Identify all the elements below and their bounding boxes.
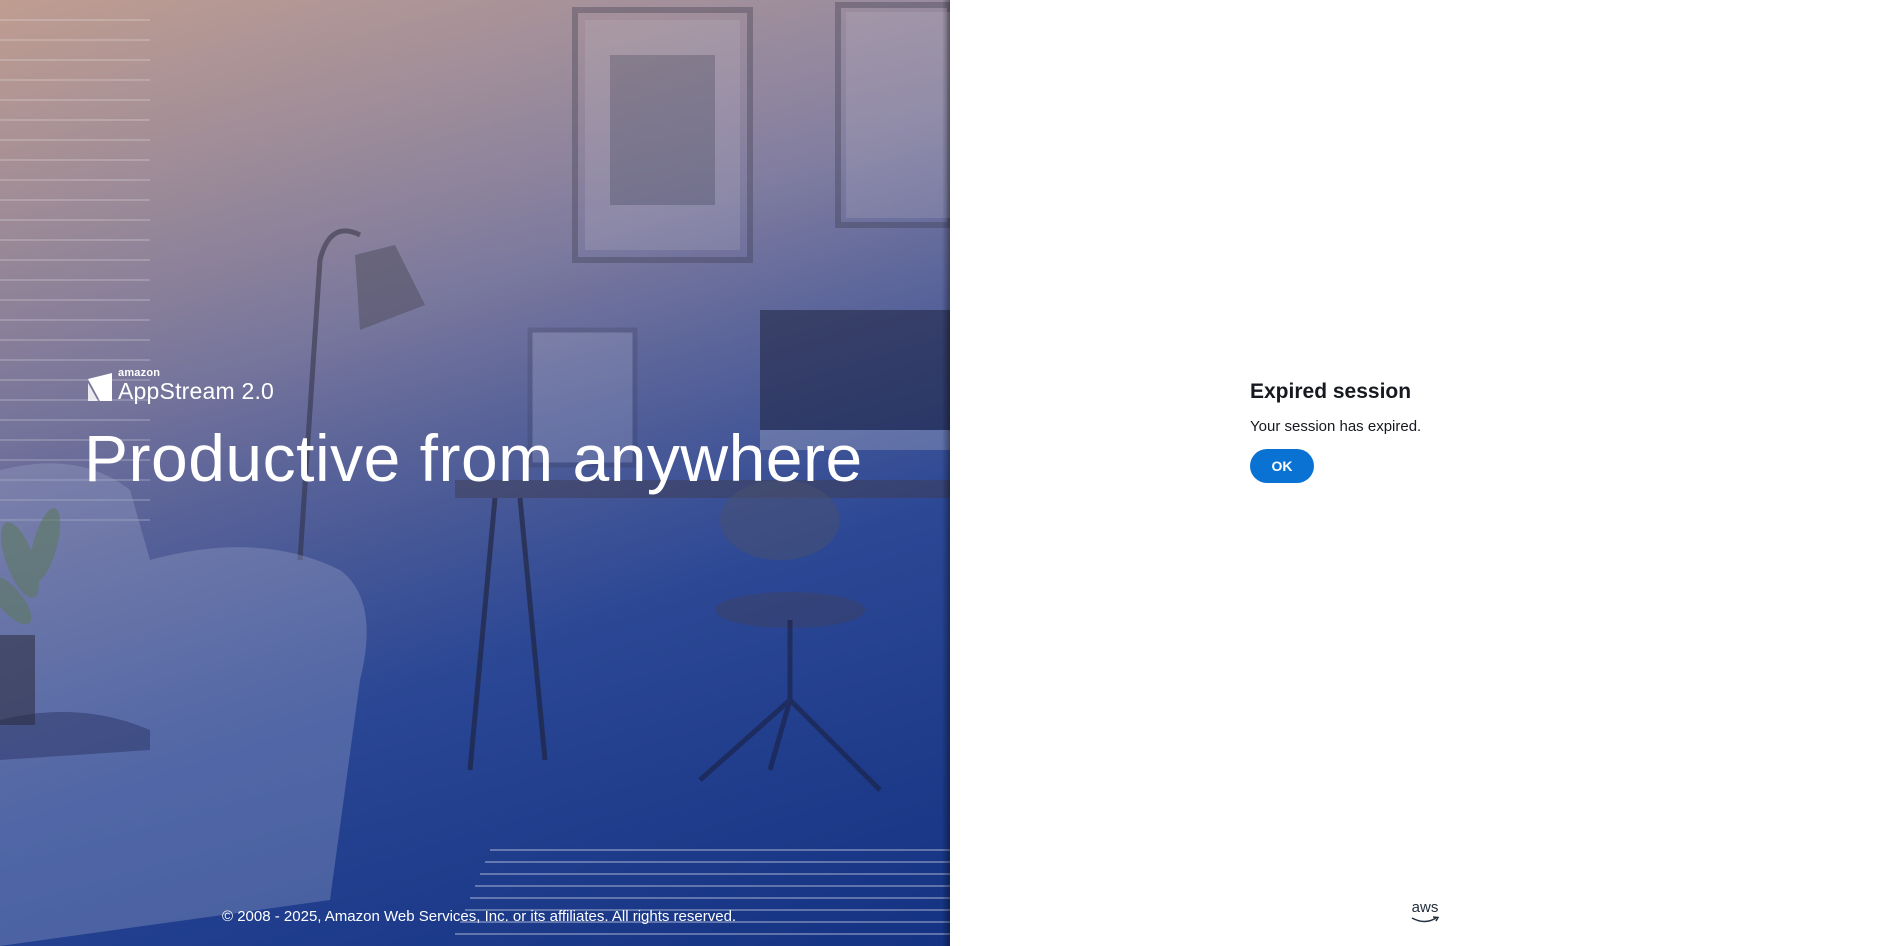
aws-smile-icon: [1411, 916, 1440, 923]
dialog-title: Expired session: [1250, 380, 1412, 403]
page: amazon AppStream 2.0 Productive from any…: [0, 0, 1898, 946]
aws-logo-text: aws: [1411, 899, 1439, 916]
aws-logo: aws: [1410, 900, 1440, 924]
hero-panel: amazon AppStream 2.0 Productive from any…: [0, 0, 950, 946]
expired-session-dialog: Expired session Your session has expired…: [1250, 380, 1421, 483]
content-panel: Expired session Your session has expired…: [950, 0, 1898, 946]
panel-divider-shadow: [942, 0, 950, 946]
copyright-text: © 2008 - 2025, Amazon Web Services, Inc.…: [222, 908, 737, 925]
ok-button[interactable]: OK: [1250, 449, 1314, 483]
hero-headline: Productive from anywhere: [84, 421, 863, 495]
appstream-logo-icon: [88, 373, 112, 401]
logo-product-text: AppStream 2.0: [118, 378, 275, 404]
appstream-logo: amazon AppStream 2.0: [86, 368, 274, 403]
dialog-message: Your session has expired.: [1250, 418, 1422, 435]
